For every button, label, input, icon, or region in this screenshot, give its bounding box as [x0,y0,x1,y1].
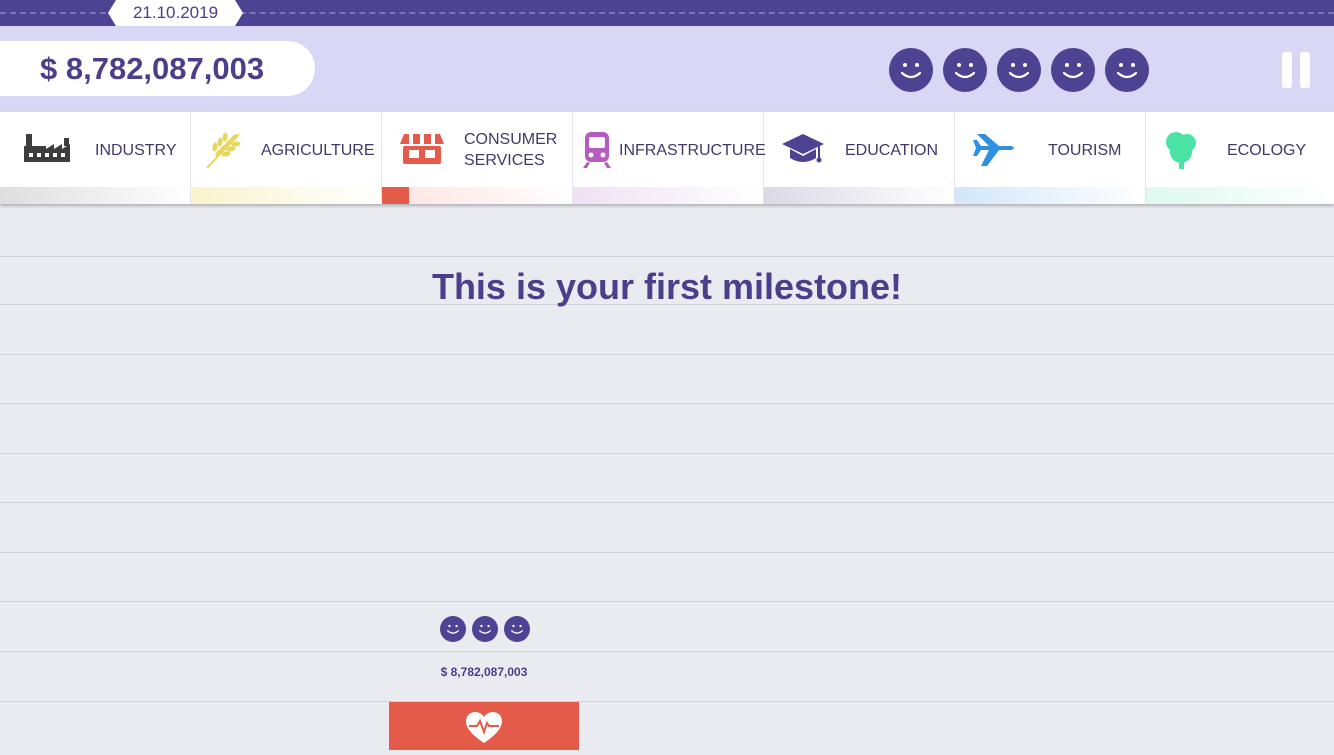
smiley-face-icon [504,616,530,642]
top-date-bar: 21.10.2019 [0,0,1334,26]
category-label: CONSUMER SERVICES [464,131,558,169]
board-line [0,701,1334,702]
board-line [0,453,1334,454]
board-line [0,502,1334,503]
category-progress-strip [1146,187,1334,204]
wheat-icon [206,132,241,169]
category-progress-strip [573,187,763,204]
airplane-icon [973,134,1014,166]
pause-icon-bar [1300,52,1310,88]
tree-icon [1166,132,1196,169]
category-bar: INDUSTRY AGRICULTURE CONSUMER SERVICES I… [0,112,1334,204]
board-line [0,403,1334,404]
pause-button[interactable] [1282,52,1310,88]
smiley-face-icon [472,616,498,642]
header: $ 8,782,087,003 [0,26,1334,112]
board-line [0,552,1334,553]
category-label: EDUCATION [845,141,939,159]
board-line [0,601,1334,602]
category-label: INFRASTRUCTURE [619,141,766,159]
milestone-rating [440,616,530,642]
category-tourism[interactable]: TOURISM [955,112,1146,204]
category-progress-strip [382,187,572,204]
smiley-face-icon [440,616,466,642]
milestone-board: This is your first milestone! $ 8,782,08… [0,204,1334,750]
category-agriculture[interactable]: AGRICULTURE [191,112,382,204]
date-label: 21.10.2019 [108,0,243,26]
smiley-face-icon [943,48,987,92]
smiley-face-icon [997,48,1041,92]
board-line [0,354,1334,355]
category-industry[interactable]: INDUSTRY [0,112,191,204]
category-progress-strip [955,187,1145,204]
storefront-icon [400,134,444,164]
category-education[interactable]: EDUCATION [764,112,955,204]
category-progress-strip [0,187,190,204]
smiley-face-icon [1105,48,1149,92]
pause-icon [1282,52,1292,88]
money-value: $ 8,782,087,003 [40,51,265,86]
category-consumer-services[interactable]: CONSUMER SERVICES [382,112,573,204]
category-progress-strip [764,187,954,204]
category-label: TOURISM [1048,141,1122,159]
graduation-cap-icon [782,134,824,163]
milestone-money: $ 8,782,087,003 [440,665,528,679]
category-label: AGRICULTURE [261,141,375,159]
smiley-face-icon [889,48,933,92]
category-progress-strip [191,187,381,204]
smiley-face-icon [1051,48,1095,92]
factory-icon [24,134,70,162]
board-line [0,651,1334,652]
health-button[interactable] [389,702,579,750]
category-ecology[interactable]: ECOLOGY [1146,112,1334,204]
board-line [0,256,1334,257]
money-panel: $ 8,782,087,003 [0,41,315,96]
train-icon [583,132,611,168]
category-label: INDUSTRY [95,141,177,159]
category-infrastructure[interactable]: INFRASTRUCTURE [573,112,766,204]
happiness-rating [889,48,1149,92]
category-label: ECOLOGY [1227,141,1307,159]
milestone-title: This is your first milestone! [431,266,903,307]
category-progress-fill [382,187,409,204]
heart-pulse-icon [466,712,502,743]
